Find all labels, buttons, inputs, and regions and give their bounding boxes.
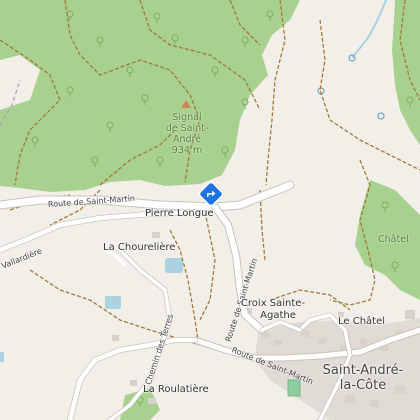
place-pierre-longue[interactable]: Pierre Longue	[145, 208, 214, 220]
peak-elevation: 934 m	[171, 145, 203, 156]
place-la-chourelliere[interactable]: La Chourelière	[103, 242, 175, 254]
place-croix-sainte-agathe-line-1[interactable]: Croix Sainte-	[241, 298, 305, 310]
town-saint-andre-line-2[interactable]: la-Côte	[340, 378, 386, 393]
park	[287, 379, 301, 397]
place-la-roulatiere[interactable]: La Roulatière	[143, 384, 209, 396]
directions-diamond-icon	[198, 181, 224, 207]
place-le-chatel[interactable]: Le Châtel	[338, 316, 385, 328]
map-canvas[interactable]: Route de Saint-Martin Route de Saint-Mar…	[0, 0, 420, 420]
place-chatel-forest[interactable]: Châtel	[378, 234, 409, 246]
town-saint-andre-line-1[interactable]: Saint-André-	[323, 363, 404, 378]
place-croix-sainte-agathe-line-2[interactable]: Agathe	[260, 310, 296, 322]
directions-marker[interactable]	[198, 181, 224, 207]
